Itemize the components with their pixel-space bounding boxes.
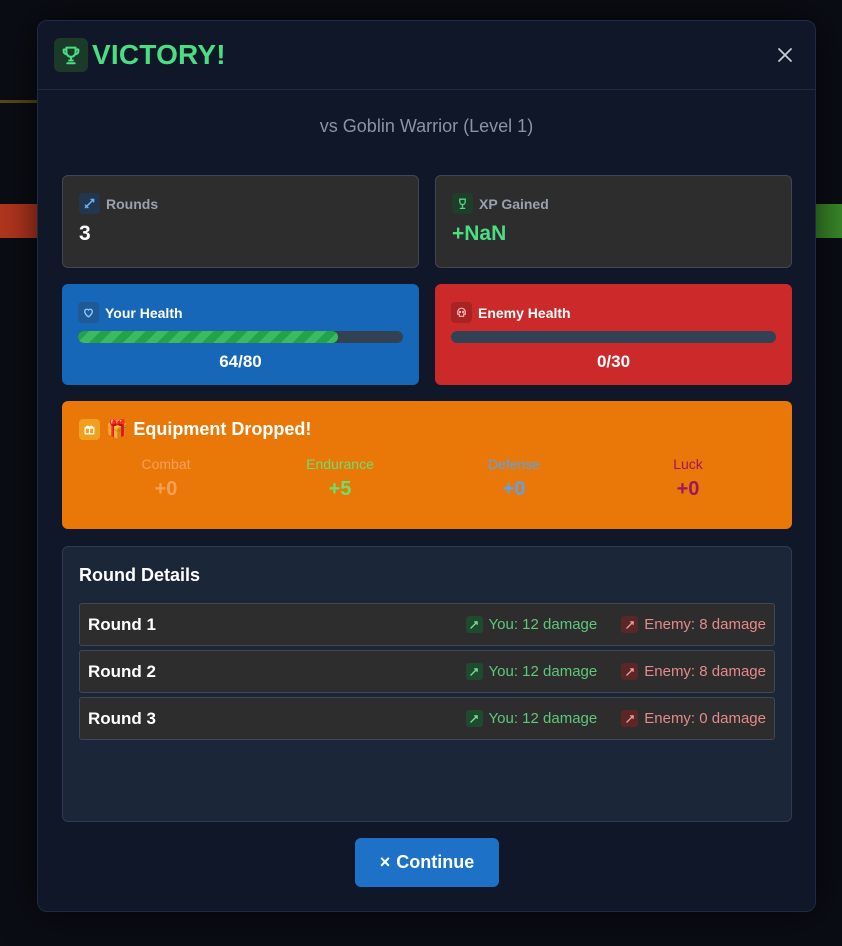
enemy-damage-text: Enemy: 0 damage — [644, 710, 766, 727]
round-row: Round 1 You: 12 damage Enemy: 8 damage — [79, 603, 775, 646]
sword-icon — [621, 710, 639, 727]
equipment-stat-defense: Defense +0 — [427, 456, 601, 501]
summary-row: Rounds 3 XP Gained +NaN — [62, 175, 792, 268]
enemy-damage: Enemy: 8 damage — [621, 616, 766, 633]
continue-label: Continue — [396, 852, 475, 872]
round-row: Round 2 You: 12 damage Enemy: 8 damage — [79, 650, 775, 693]
equipment-dropped-card: 🎁 Equipment Dropped! Combat +0 Endurance +5… — [62, 401, 792, 529]
player-health-card: Your Health 64/80 — [62, 284, 419, 385]
equipment-stat-value: +0 — [676, 478, 700, 500]
round-details-title: Round Details — [79, 565, 201, 585]
round-name: Round 2 — [88, 661, 156, 681]
player-damage-text: You: 12 damage — [488, 616, 598, 633]
player-damage: You: 12 damage — [465, 616, 598, 633]
equipment-stat-label: Endurance — [306, 456, 374, 472]
player-health-text: 64/80 — [219, 352, 262, 371]
equipment-stat-label: Combat — [141, 456, 191, 472]
rounds-label: Rounds — [106, 195, 159, 212]
close-icon[interactable] — [773, 43, 797, 67]
backdrop-line — [0, 100, 40, 103]
xp-label: XP Gained — [479, 195, 549, 212]
sword-icon — [465, 663, 483, 680]
gift-icon — [79, 419, 100, 440]
modal-header: VICTORY! — [38, 21, 815, 90]
continue-button[interactable]: × Continue — [355, 838, 499, 887]
equipment-stat-label: Luck — [673, 456, 703, 472]
battle-result-modal: VICTORY! vs Goblin Warrior (Level 1) Rou… — [37, 20, 816, 912]
equipment-stat-endurance: Endurance +5 — [253, 456, 427, 501]
player-damage-text: You: 12 damage — [488, 663, 598, 680]
equipment-stat-value: +0 — [154, 478, 178, 500]
enemy-damage: Enemy: 0 damage — [621, 710, 766, 727]
round-row: Round 3 You: 12 damage Enemy: 0 damage — [79, 697, 775, 740]
backdrop-right-bar — [812, 204, 842, 238]
enemy-health-text: 0/30 — [596, 352, 631, 371]
xp-card: XP Gained +NaN — [435, 175, 792, 268]
enemy-health-bar — [451, 331, 776, 343]
enemy-damage-text: Enemy: 8 damage — [644, 616, 766, 633]
equipment-title: 🎁 Equipment Dropped! — [106, 419, 312, 439]
player-health-bar — [78, 331, 403, 343]
enemy-health-card: Enemy Health 0/30 — [435, 284, 792, 385]
sword-icon — [465, 710, 483, 727]
sword-icon — [621, 663, 639, 680]
enemy-health-label: Enemy Health — [478, 304, 571, 321]
player-damage: You: 12 damage — [465, 710, 598, 727]
rounds-value: 3 — [79, 222, 91, 245]
player-health-label: Your Health — [105, 304, 183, 321]
equipment-stat-value: +5 — [328, 478, 352, 500]
heart-icon — [78, 302, 99, 323]
equipment-stat-value: +0 — [502, 478, 526, 500]
trophy-icon — [54, 38, 88, 72]
round-name: Round 1 — [88, 614, 156, 634]
backdrop-left-bar — [0, 204, 40, 238]
player-damage-text: You: 12 damage — [488, 710, 598, 727]
enemy-damage-text: Enemy: 8 damage — [644, 663, 766, 680]
player-health-fill — [78, 331, 338, 343]
close-icon: × — [379, 852, 391, 872]
rounds-card: Rounds 3 — [62, 175, 419, 268]
round-list: Round 1 You: 12 damage Enemy: 8 damage Roun… — [79, 603, 775, 740]
equipment-stat-combat: Combat +0 — [79, 456, 253, 501]
player-damage: You: 12 damage — [465, 663, 598, 680]
round-name: Round 3 — [88, 708, 156, 728]
sword-icon — [79, 193, 100, 214]
equipment-stat-luck: Luck +0 — [601, 456, 775, 501]
modal-title: VICTORY! — [92, 39, 226, 70]
round-details-panel: Round Details Round 1 You: 12 damage Enemy… — [62, 546, 792, 822]
sword-icon — [621, 616, 639, 633]
trophy-icon — [452, 193, 473, 214]
sword-icon — [465, 616, 483, 633]
equipment-stat-label: Defense — [487, 456, 541, 472]
health-row: Your Health 64/80 Enemy Health 0/30 — [62, 284, 792, 385]
enemy-damage: Enemy: 8 damage — [621, 663, 766, 680]
equipment-stats: Combat +0 Endurance +5 Defense +0 Luck +0 — [79, 456, 775, 501]
skull-icon — [451, 302, 472, 323]
opponent-subtitle: vs Goblin Warrior (Level 1) — [319, 116, 534, 136]
xp-value: +NaN — [452, 222, 507, 245]
